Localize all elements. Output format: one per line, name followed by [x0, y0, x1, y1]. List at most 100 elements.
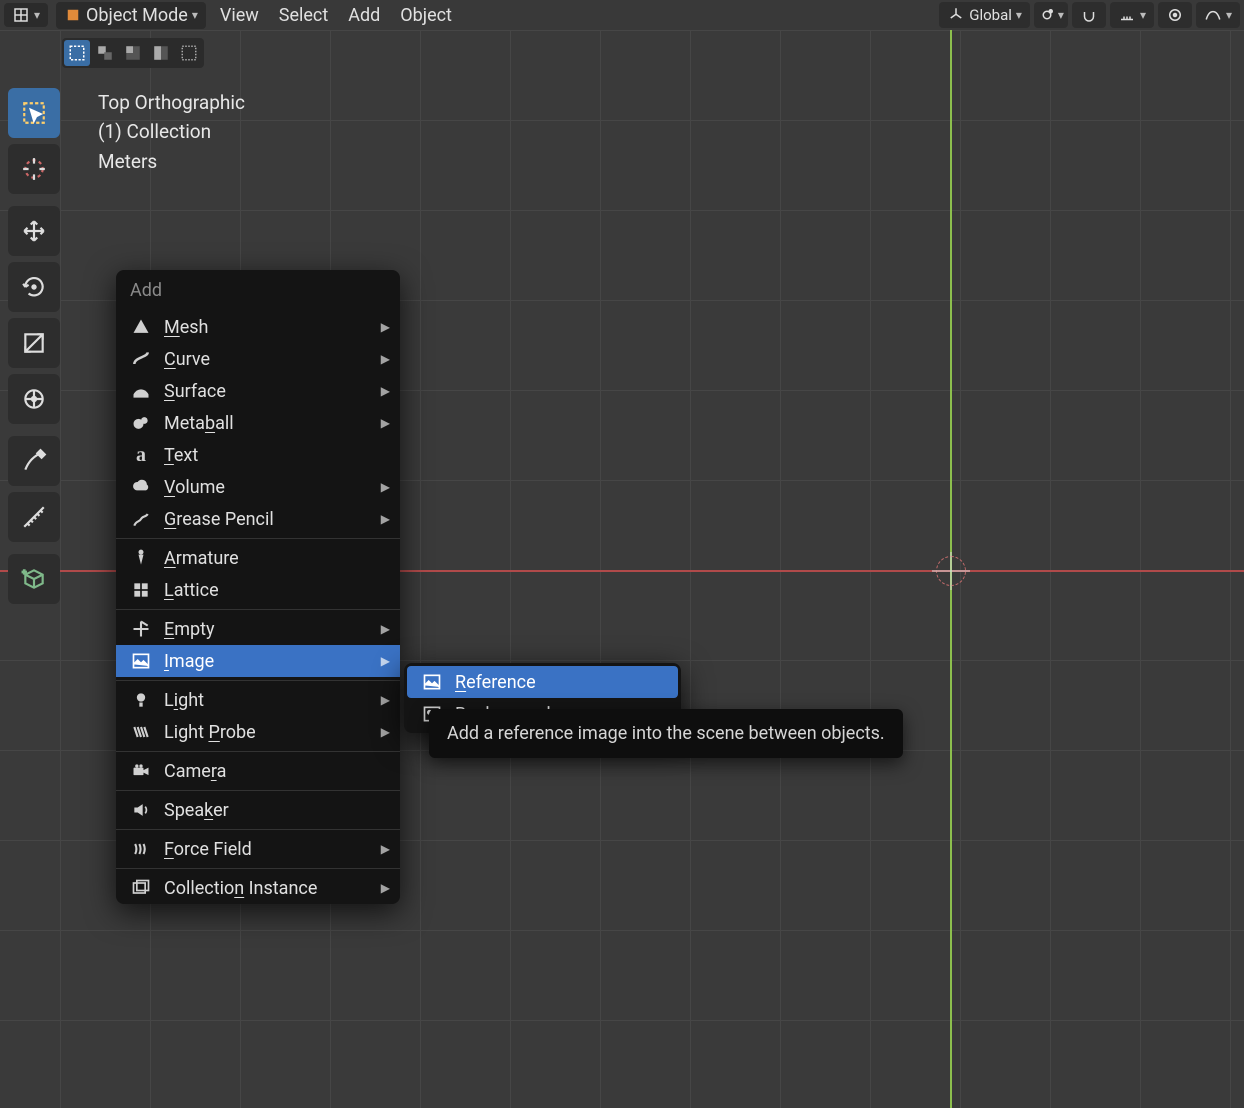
menu-label: Reference — [455, 672, 536, 693]
menu-label: Lattice — [164, 580, 219, 601]
tool-select-box[interactable] — [8, 88, 60, 138]
armature-icon — [130, 547, 152, 569]
tool-add-cube[interactable] — [8, 554, 60, 604]
tool-rotate[interactable] — [8, 262, 60, 312]
chevron-down-icon: ▾ — [1058, 8, 1064, 22]
menu-label: Empty — [164, 619, 215, 640]
add-menu-light-probe[interactable]: Light Probe ▶ — [116, 716, 400, 748]
add-menu-force-field[interactable]: Force Field ▶ — [116, 833, 400, 865]
menu-add[interactable]: Add — [342, 3, 386, 28]
submenu-arrow-icon: ▶ — [381, 881, 390, 895]
menu-view[interactable]: View — [214, 3, 265, 28]
grease-pencil-icon — [130, 508, 152, 530]
viewport-overlay-info: Top Orthographic (1) Collection Meters — [98, 88, 245, 176]
menu-label: Light — [164, 690, 204, 711]
submenu-arrow-icon: ▶ — [381, 384, 390, 398]
select-mode-4[interactable] — [148, 40, 174, 66]
menu-label: Mesh — [164, 317, 208, 338]
add-menu: Add Mesh ▶ Curve ▶ Surface ▶ Metaball ▶ … — [116, 270, 400, 904]
curve-icon — [130, 348, 152, 370]
viewport-header: ▾ Object Mode ▾ View Select Add Object G… — [0, 0, 1244, 30]
select-mode-3[interactable] — [120, 40, 146, 66]
add-menu-grease-pencil[interactable]: Grease Pencil ▶ — [116, 503, 400, 535]
forcefield-icon — [130, 838, 152, 860]
orientation-dropdown[interactable]: Global ▾ — [939, 2, 1030, 28]
submenu-arrow-icon: ▶ — [381, 622, 390, 636]
add-menu-title: Add — [116, 270, 400, 311]
add-menu-image[interactable]: Image ▶ — [116, 645, 400, 677]
mode-dropdown[interactable]: Object Mode ▾ — [56, 2, 206, 29]
tool-cursor[interactable] — [8, 144, 60, 194]
viewport-overlays-dropdown[interactable]: ▾ — [4, 3, 48, 27]
add-menu-speaker[interactable]: Speaker — [116, 794, 400, 826]
chevron-down-icon: ▾ — [1226, 8, 1232, 22]
surface-icon — [130, 380, 152, 402]
tool-shelf — [8, 88, 62, 604]
speaker-icon — [130, 799, 152, 821]
add-menu-surface[interactable]: Surface ▶ — [116, 375, 400, 407]
menu-object[interactable]: Object — [394, 3, 458, 28]
collection-icon — [130, 877, 152, 899]
header-right-cluster: Global ▾ ▾ ▾ ▾ — [939, 2, 1240, 28]
tool-transform[interactable] — [8, 374, 60, 424]
object-mode-icon — [64, 6, 82, 24]
tool-measure[interactable] — [8, 492, 60, 542]
proportional-edit-toggle[interactable] — [1158, 2, 1192, 28]
add-menu-collection-instance[interactable]: Collection Instance ▶ — [116, 872, 400, 904]
add-menu-camera[interactable]: Camera — [116, 755, 400, 787]
add-menu-armature[interactable]: Armature — [116, 542, 400, 574]
add-menu-volume[interactable]: Volume ▶ — [116, 471, 400, 503]
submenu-arrow-icon: ▶ — [381, 480, 390, 494]
submenu-arrow-icon: ▶ — [381, 416, 390, 430]
submenu-arrow-icon: ▶ — [381, 693, 390, 707]
light-icon — [130, 689, 152, 711]
proportional-falloff-dropdown[interactable]: ▾ — [1196, 2, 1240, 28]
overlay-line-collection: (1) Collection — [98, 117, 245, 146]
select-mode-strip — [62, 38, 204, 68]
mode-label: Object Mode — [86, 5, 188, 26]
snap-dropdown[interactable]: ▾ — [1110, 2, 1154, 28]
chevron-down-icon: ▾ — [1016, 8, 1022, 22]
menu-label: Camera — [164, 761, 226, 782]
lattice-icon — [130, 579, 152, 601]
add-menu-light[interactable]: Light ▶ — [116, 684, 400, 716]
menu-select[interactable]: Select — [273, 3, 334, 28]
menu-label: Metaball — [164, 413, 234, 434]
add-menu-text[interactable]: a Text — [116, 439, 400, 471]
menu-label: Image — [164, 651, 214, 672]
orientation-label: Global — [969, 6, 1012, 24]
snap-toggle[interactable] — [1072, 2, 1106, 28]
cursor-3d — [936, 556, 966, 586]
menu-label: Force Field — [164, 839, 252, 860]
add-menu-lattice[interactable]: Lattice — [116, 574, 400, 606]
menu-label: Light Probe — [164, 722, 256, 743]
add-menu-empty[interactable]: Empty ▶ — [116, 613, 400, 645]
select-mode-5[interactable] — [176, 40, 202, 66]
add-menu-curve[interactable]: Curve ▶ — [116, 343, 400, 375]
grid-icon — [12, 6, 30, 24]
select-mode-1[interactable] — [64, 40, 90, 66]
submenu-arrow-icon: ▶ — [381, 512, 390, 526]
menu-label: Speaker — [164, 800, 229, 821]
menu-label: Volume — [164, 477, 225, 498]
empty-icon — [130, 618, 152, 640]
submenu-arrow-icon: ▶ — [381, 725, 390, 739]
tool-annotate[interactable] — [8, 436, 60, 486]
tool-scale[interactable] — [8, 318, 60, 368]
tool-move[interactable] — [8, 206, 60, 256]
text-icon: a — [130, 444, 152, 466]
menu-label: Grease Pencil — [164, 509, 274, 530]
menu-label: Surface — [164, 381, 226, 402]
camera-icon — [130, 760, 152, 782]
menu-label: Text — [164, 445, 198, 466]
image-icon — [130, 650, 152, 672]
add-menu-mesh[interactable]: Mesh ▶ — [116, 311, 400, 343]
reference-image-icon — [421, 671, 443, 693]
overlay-line-view: Top Orthographic — [98, 88, 245, 117]
add-menu-metaball[interactable]: Metaball ▶ — [116, 407, 400, 439]
menu-label: Curve — [164, 349, 210, 370]
menu-label: Collection Instance — [164, 878, 317, 899]
pivot-dropdown[interactable]: ▾ — [1034, 2, 1068, 28]
select-mode-2[interactable] — [92, 40, 118, 66]
submenu-reference[interactable]: Reference — [407, 666, 678, 698]
